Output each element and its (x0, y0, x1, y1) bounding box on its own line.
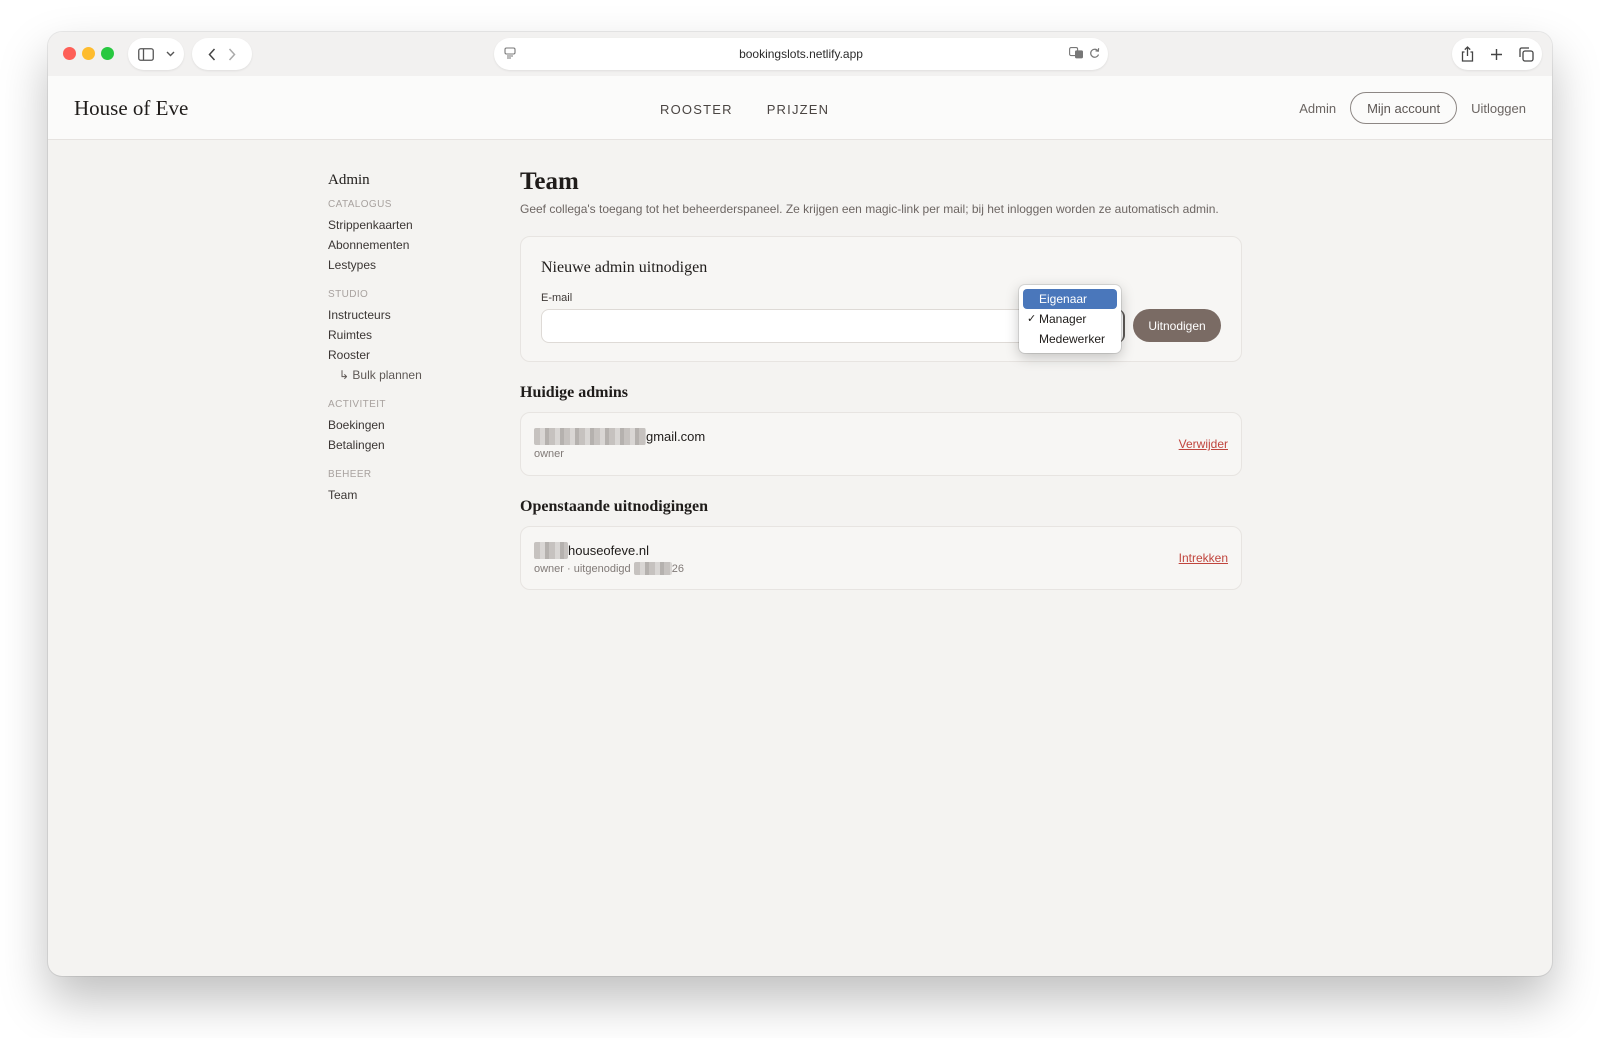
share-icon[interactable] (1461, 46, 1474, 62)
invite-email: houseofeve.nl (534, 542, 649, 559)
toolbar-actions (1452, 38, 1542, 70)
pending-invites-title: Openstaande uitnodigingen (520, 498, 709, 515)
sidebar-item-strippenkaarten[interactable]: Strippenkaarten (328, 215, 488, 235)
sidebar-section-beheer: BEHEER (328, 469, 372, 480)
main-nav: ROOSTER PRIJZEN (660, 102, 829, 117)
account-nav: Admin Mijn account Uitloggen (1299, 92, 1526, 124)
role-option-medewerker[interactable]: Medewerker (1023, 329, 1117, 349)
sidebar-item-boekingen[interactable]: Boekingen (328, 415, 488, 435)
page-title: Team (520, 168, 579, 195)
main-content: Team Geef collega's toegang tot het behe… (520, 168, 1242, 590)
sidebar-title: Admin (328, 172, 370, 188)
invite-date-suffix: 26 (671, 562, 684, 575)
redacted-text (633, 562, 672, 575)
role-option-label: Medewerker (1039, 332, 1106, 346)
nav-rooster[interactable]: ROOSTER (660, 102, 733, 117)
sidebar-item-betalingen[interactable]: Betalingen (328, 435, 488, 455)
logout-link[interactable]: Uitloggen (1471, 101, 1526, 116)
sidebar-item-bulk-plannen[interactable]: ↳ Bulk plannen (328, 365, 488, 385)
sidebar-section-studio: STUDIO (328, 289, 369, 300)
site-header: House of Eve ROOSTER PRIJZEN Admin Mijn … (48, 76, 1552, 140)
sidebar-item-abonnementen[interactable]: Abonnementen (328, 235, 488, 255)
invited-label: · uitgenodigd (567, 562, 631, 575)
nav-prijzen[interactable]: PRIJZEN (767, 102, 830, 117)
invite-button[interactable]: Uitnodigen (1133, 309, 1221, 342)
sidebar-section-activiteit: ACTIVITEIT (328, 399, 386, 410)
role-dropdown-menu: Eigenaar ✓ Manager Medewerker (1019, 285, 1121, 353)
sidebar-item-instructeurs[interactable]: Instructeurs (328, 305, 488, 325)
reload-icon[interactable] (1089, 47, 1100, 59)
sidebar-item-rooster[interactable]: Rooster (328, 345, 488, 365)
tabs-overview-icon[interactable] (1518, 46, 1534, 62)
browser-toolbar: bookingslots.netlify.app (48, 32, 1552, 76)
admin-row: gmail.com owner Verwijder (520, 412, 1242, 476)
role-option-label: Eigenaar (1039, 292, 1088, 306)
email-field[interactable] (541, 309, 1041, 343)
admin-role: owner (534, 448, 564, 460)
admin-email-domain: gmail.com (646, 429, 706, 444)
url-text: bookingslots.netlify.app (739, 47, 863, 61)
translate-icon[interactable] (1069, 47, 1084, 59)
invite-title: Nieuwe admin uitnodigen (541, 259, 708, 276)
forward-icon[interactable] (228, 47, 236, 61)
sidebar-item-ruimtes[interactable]: Ruimtes (328, 325, 488, 345)
browser-window: bookingslots.netlify.app House of Eve RO… (48, 32, 1552, 976)
email-label: E-mail (541, 292, 573, 304)
invite-email-domain: houseofeve.nl (568, 543, 649, 558)
role-option-eigenaar[interactable]: Eigenaar (1023, 289, 1117, 309)
role-option-manager[interactable]: ✓ Manager (1023, 309, 1117, 329)
redacted-text (534, 542, 568, 559)
revoke-invite-link[interactable]: Intrekken (1179, 551, 1228, 565)
close-window-button[interactable] (63, 47, 76, 60)
admin-sidebar: Admin CATALOGUS Strippenkaarten Abonneme… (328, 172, 488, 505)
my-account-button[interactable]: Mijn account (1350, 92, 1458, 124)
chevron-down-icon[interactable] (166, 51, 175, 57)
minimize-window-button[interactable] (82, 47, 95, 60)
brand-logo[interactable]: House of Eve (74, 96, 188, 121)
new-tab-icon[interactable] (1490, 48, 1503, 61)
page-description: Geef collega's toegang tot het beheerder… (520, 202, 1219, 216)
admin-email: gmail.com (534, 428, 705, 445)
invite-row: houseofeve.nl owner · uitgenodigd 26 Int… (520, 526, 1242, 590)
redacted-text (534, 428, 646, 445)
remove-admin-link[interactable]: Verwijder (1179, 437, 1228, 451)
invite-card: Nieuwe admin uitnodigen E-mail Uitnodige… (520, 236, 1242, 362)
checkmark-icon: ✓ (1027, 313, 1037, 325)
sidebar-item-lestypes[interactable]: Lestypes (328, 255, 488, 275)
back-icon[interactable] (208, 47, 216, 61)
sidebar-toggle[interactable] (128, 38, 184, 70)
sidebar-section-catalogus: CATALOGUS (328, 199, 392, 210)
sidebar-item-team[interactable]: Team (328, 485, 488, 505)
role-option-label: Manager (1039, 312, 1087, 326)
admin-role-label: owner (534, 448, 564, 460)
zoom-window-button[interactable] (101, 47, 114, 60)
sidebar-icon (137, 47, 154, 61)
history-navigation (192, 38, 252, 70)
current-admins-title: Huidige admins (520, 384, 629, 401)
admin-link[interactable]: Admin (1299, 101, 1336, 116)
invite-role-label: owner (534, 562, 564, 575)
invite-meta: owner · uitgenodigd 26 (534, 562, 684, 575)
address-bar[interactable]: bookingslots.netlify.app (494, 38, 1108, 70)
